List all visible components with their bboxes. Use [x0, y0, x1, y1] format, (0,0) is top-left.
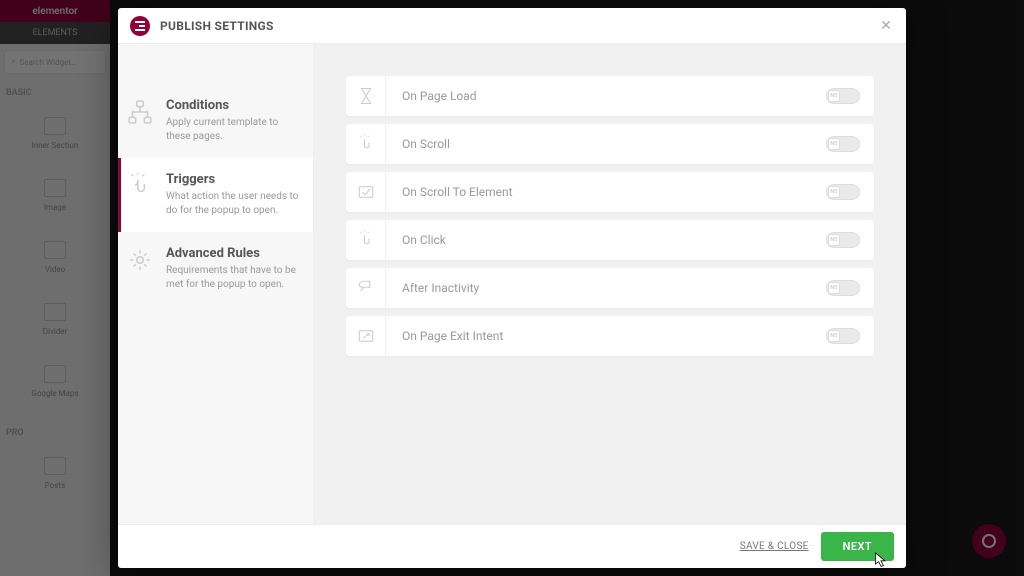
trigger-toggle[interactable]: NO	[826, 88, 860, 104]
sidebar-item-conditions[interactable]: Conditions Apply current template to the…	[118, 84, 313, 158]
trigger-row-on-page-exit-intent: On Page Exit Intent NO	[346, 316, 874, 356]
trigger-label: On Click	[386, 233, 826, 247]
scroll-icon	[346, 124, 386, 164]
modal-header: PUBLISH SETTINGS ✕	[118, 8, 906, 44]
trigger-toggle[interactable]: NO	[826, 232, 860, 248]
trigger-row-on-click: On Click NO	[346, 220, 874, 260]
conditions-icon	[126, 98, 154, 126]
trigger-row-after-inactivity: After Inactivity NO	[346, 268, 874, 308]
sidebar-item-triggers[interactable]: Triggers What action the user needs to d…	[118, 158, 313, 232]
sidebar-item-text: Advanced Rules Requirements that have to…	[166, 246, 301, 292]
trigger-label: On Page Load	[386, 89, 826, 103]
close-button[interactable]: ✕	[876, 16, 896, 36]
sidebar-item-text: Conditions Apply current template to the…	[166, 98, 301, 144]
side-pane: Conditions Apply current template to the…	[118, 44, 314, 524]
trigger-toggle[interactable]: NO	[826, 280, 860, 296]
page-load-icon	[346, 76, 386, 116]
scroll-to-element-icon	[346, 172, 386, 212]
trigger-label: On Page Exit Intent	[386, 329, 826, 343]
main-pane: On Page Load NO On Scroll NO On Scroll T…	[314, 44, 906, 524]
triggers-icon	[126, 172, 154, 200]
trigger-toggle[interactable]: NO	[826, 328, 860, 344]
modal-title: PUBLISH SETTINGS	[160, 19, 274, 33]
trigger-label: On Scroll To Element	[386, 185, 826, 199]
inactivity-icon	[346, 268, 386, 308]
elementor-logo-icon	[130, 16, 150, 36]
save-and-close-button[interactable]: SAVE & CLOSE	[740, 541, 809, 552]
trigger-row-on-page-load: On Page Load NO	[346, 76, 874, 116]
modal-footer: SAVE & CLOSE NEXT	[118, 524, 906, 568]
exit-intent-icon	[346, 316, 386, 356]
trigger-toggle[interactable]: NO	[826, 136, 860, 152]
click-icon	[346, 220, 386, 260]
trigger-row-on-scroll: On Scroll NO	[346, 124, 874, 164]
sidebar-item-advanced-rules[interactable]: Advanced Rules Requirements that have to…	[118, 232, 313, 306]
publish-settings-modal: PUBLISH SETTINGS ✕ Conditions Apply curr…	[118, 8, 906, 568]
trigger-toggle[interactable]: NO	[826, 184, 860, 200]
modal-body: Conditions Apply current template to the…	[118, 44, 906, 524]
trigger-label: After Inactivity	[386, 281, 826, 295]
sidebar-item-text: Triggers What action the user needs to d…	[166, 172, 301, 218]
next-button[interactable]: NEXT	[821, 532, 894, 561]
trigger-row-on-scroll-to-element: On Scroll To Element NO	[346, 172, 874, 212]
advanced-rules-icon	[126, 246, 154, 274]
trigger-label: On Scroll	[386, 137, 826, 151]
